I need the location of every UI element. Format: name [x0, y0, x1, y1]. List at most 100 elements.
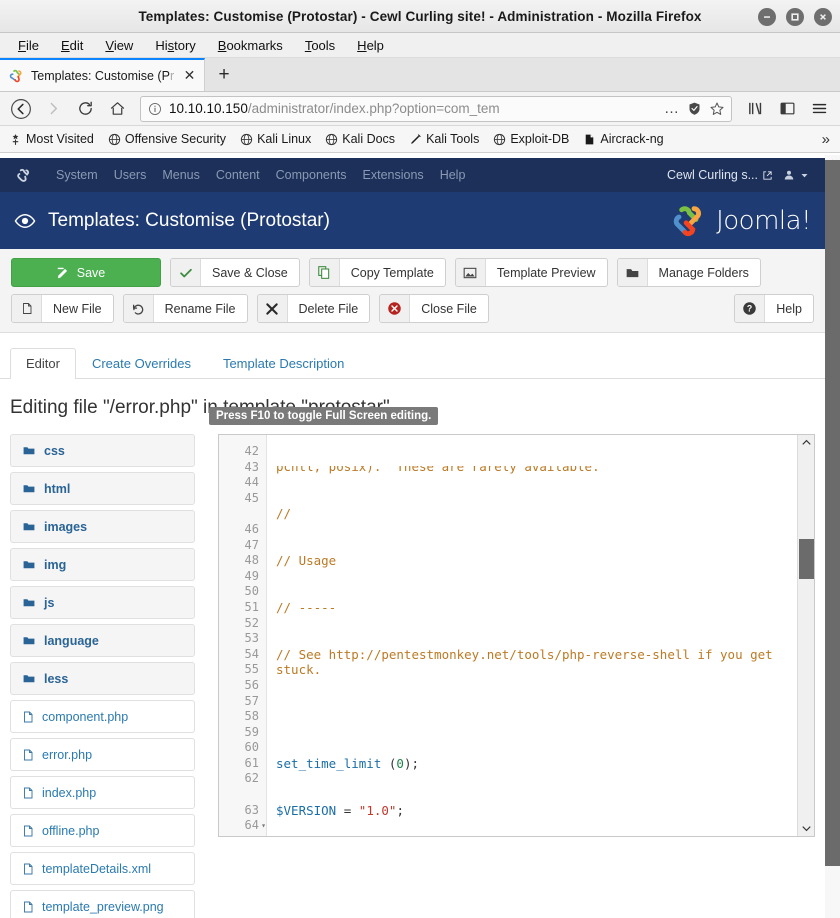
nav-system[interactable]: System — [48, 164, 106, 186]
delete-file-button[interactable]: Delete File — [256, 294, 371, 323]
url-bar[interactable]: 10.10.10.150/administrator/index.php?opt… — [140, 95, 732, 122]
manage-folders-button[interactable]: Manage Folders — [616, 258, 761, 287]
close-icon[interactable] — [814, 7, 832, 26]
bookmark-label: Exploit-DB — [510, 132, 570, 146]
bookmark-kali-tools[interactable]: Kali Tools — [402, 130, 486, 148]
file-tree-file-component-php[interactable]: component.php — [10, 700, 195, 733]
folder-icon — [23, 561, 35, 569]
copy-template-button[interactable]: Copy Template — [308, 258, 446, 287]
line-number: 42 — [244, 444, 259, 458]
window-controls — [758, 0, 832, 33]
site-link[interactable]: Cewl Curling s... — [667, 168, 773, 182]
close-file-button[interactable]: Close File — [379, 294, 489, 323]
save-button[interactable]: Save — [11, 258, 161, 287]
menu-history[interactable]: History — [145, 35, 205, 56]
line-number: 55 — [244, 662, 259, 677]
globe-icon — [494, 133, 506, 145]
tab-editor[interactable]: Editor — [10, 348, 76, 379]
menu-bookmarks[interactable]: Bookmarks — [208, 35, 293, 56]
back-button-icon[interactable] — [6, 95, 36, 123]
folder-icon — [23, 523, 35, 531]
sidebar-icon[interactable] — [772, 95, 802, 123]
new-file-button[interactable]: New File — [11, 294, 114, 323]
bookmark-exploit-db[interactable]: Exploit-DB — [486, 130, 576, 148]
file-tree-folder-less[interactable]: less — [10, 662, 195, 695]
joomla-logo-icon[interactable] — [10, 166, 36, 185]
reload-button-icon[interactable] — [70, 95, 100, 123]
file-tree-file-offline-php[interactable]: offline.php — [10, 814, 195, 847]
nav-menus[interactable]: Menus — [154, 164, 208, 186]
site-info-icon[interactable] — [148, 102, 162, 116]
tab-template-description[interactable]: Template Description — [207, 348, 360, 379]
scroll-down-arrow-icon[interactable] — [798, 821, 814, 836]
line-number: 49 — [244, 568, 259, 583]
template-preview-button[interactable]: Template Preview — [454, 258, 608, 287]
browser-tab[interactable]: Templates: Customise (Protostar) ✕ — [0, 58, 205, 91]
bookmarks-overflow-icon[interactable]: » — [822, 131, 838, 148]
file-tree-file-index-php[interactable]: index.php — [10, 776, 195, 809]
file-tree-label: css — [44, 443, 65, 458]
file-tree-folder-img[interactable]: img — [10, 548, 195, 581]
page-scrollbar[interactable] — [825, 155, 840, 918]
bookmark-aircrack-ng[interactable]: Aircrack-ng — [576, 130, 670, 148]
page-actions-icon[interactable]: … — [664, 101, 680, 116]
menu-help[interactable]: Help — [347, 35, 394, 56]
fold-marker-icon[interactable]: ▾ — [261, 818, 266, 834]
new-tab-button[interactable]: + — [205, 58, 243, 91]
menu-view[interactable]: View — [95, 35, 143, 56]
bookmark-most-visited[interactable]: Most Visited — [2, 130, 101, 148]
line-number: 61 — [244, 755, 259, 770]
folder-icon — [23, 447, 35, 455]
menu-tools[interactable]: Tools — [295, 35, 345, 56]
menu-edit[interactable]: Edit — [51, 35, 93, 56]
file-icon — [24, 749, 33, 760]
code-line: // ----- — [276, 599, 337, 615]
save-and-close-button[interactable]: Save & Close — [170, 258, 300, 287]
file-tree-file-template-preview-png[interactable]: template_preview.png — [10, 890, 195, 918]
page-scrollbar-thumb[interactable] — [825, 160, 840, 866]
minimize-icon[interactable] — [758, 7, 776, 26]
home-button-icon[interactable] — [102, 95, 132, 123]
nav-content[interactable]: Content — [208, 164, 268, 186]
maximize-icon[interactable] — [786, 7, 804, 26]
bookmark-star-icon[interactable] — [709, 101, 725, 117]
file-tree-folder-html[interactable]: html — [10, 472, 195, 505]
nav-components[interactable]: Components — [268, 164, 355, 186]
editor-code-area[interactable]: pcntl, posix). These are rarely availabl… — [267, 435, 814, 836]
nav-users[interactable]: Users — [106, 164, 155, 186]
file-tree-file-templatedetails-xml[interactable]: templateDetails.xml — [10, 852, 195, 885]
file-tree-folder-js[interactable]: js — [10, 586, 195, 619]
chevron-down-icon — [801, 173, 808, 177]
file-tree-file-error-php[interactable]: error.php — [10, 738, 195, 771]
help-button[interactable]: ? Help — [734, 294, 814, 323]
image-icon — [455, 259, 486, 286]
file-tree-folder-language[interactable]: language — [10, 624, 195, 657]
tab-create-overrides[interactable]: Create Overrides — [76, 348, 207, 379]
scroll-up-arrow-icon[interactable] — [798, 435, 814, 450]
toolbar-row-secondary: New File Rename File Delete File Close F… — [11, 294, 814, 323]
rename-file-button[interactable]: Rename File — [122, 294, 248, 323]
bookmark-kali-linux[interactable]: Kali Linux — [233, 130, 318, 148]
line-number: 50 — [244, 584, 259, 599]
file-tree-folder-css[interactable]: css — [10, 434, 195, 467]
code-line: // Usage — [276, 553, 337, 569]
line-number — [219, 435, 266, 444]
editor-scrollbar[interactable] — [797, 435, 814, 836]
hamburger-menu-icon[interactable] — [804, 95, 834, 123]
user-menu[interactable] — [783, 169, 809, 181]
external-link-icon — [763, 170, 772, 180]
nav-extensions[interactable]: Extensions — [355, 164, 432, 186]
editor-scrollbar-thumb[interactable] — [799, 539, 814, 579]
file-tree-label: error.php — [42, 747, 93, 762]
bookmark-kali-docs[interactable]: Kali Docs — [318, 130, 402, 148]
copy-icon — [309, 259, 340, 286]
tab-close-icon[interactable]: ✕ — [181, 67, 198, 84]
code-editor[interactable]: 42 43 44 45 46 47 48 49 50 51 52 53 54 5… — [218, 434, 815, 837]
menu-file[interactable]: File — [8, 35, 49, 56]
bookmark-offensive-security[interactable]: Offensive Security — [101, 130, 233, 148]
file-tree-folder-images[interactable]: images — [10, 510, 195, 543]
tracking-shield-icon[interactable] — [687, 101, 702, 116]
nav-help[interactable]: Help — [432, 164, 474, 186]
manage-folders-label: Manage Folders — [658, 265, 749, 280]
library-icon[interactable] — [740, 95, 770, 123]
